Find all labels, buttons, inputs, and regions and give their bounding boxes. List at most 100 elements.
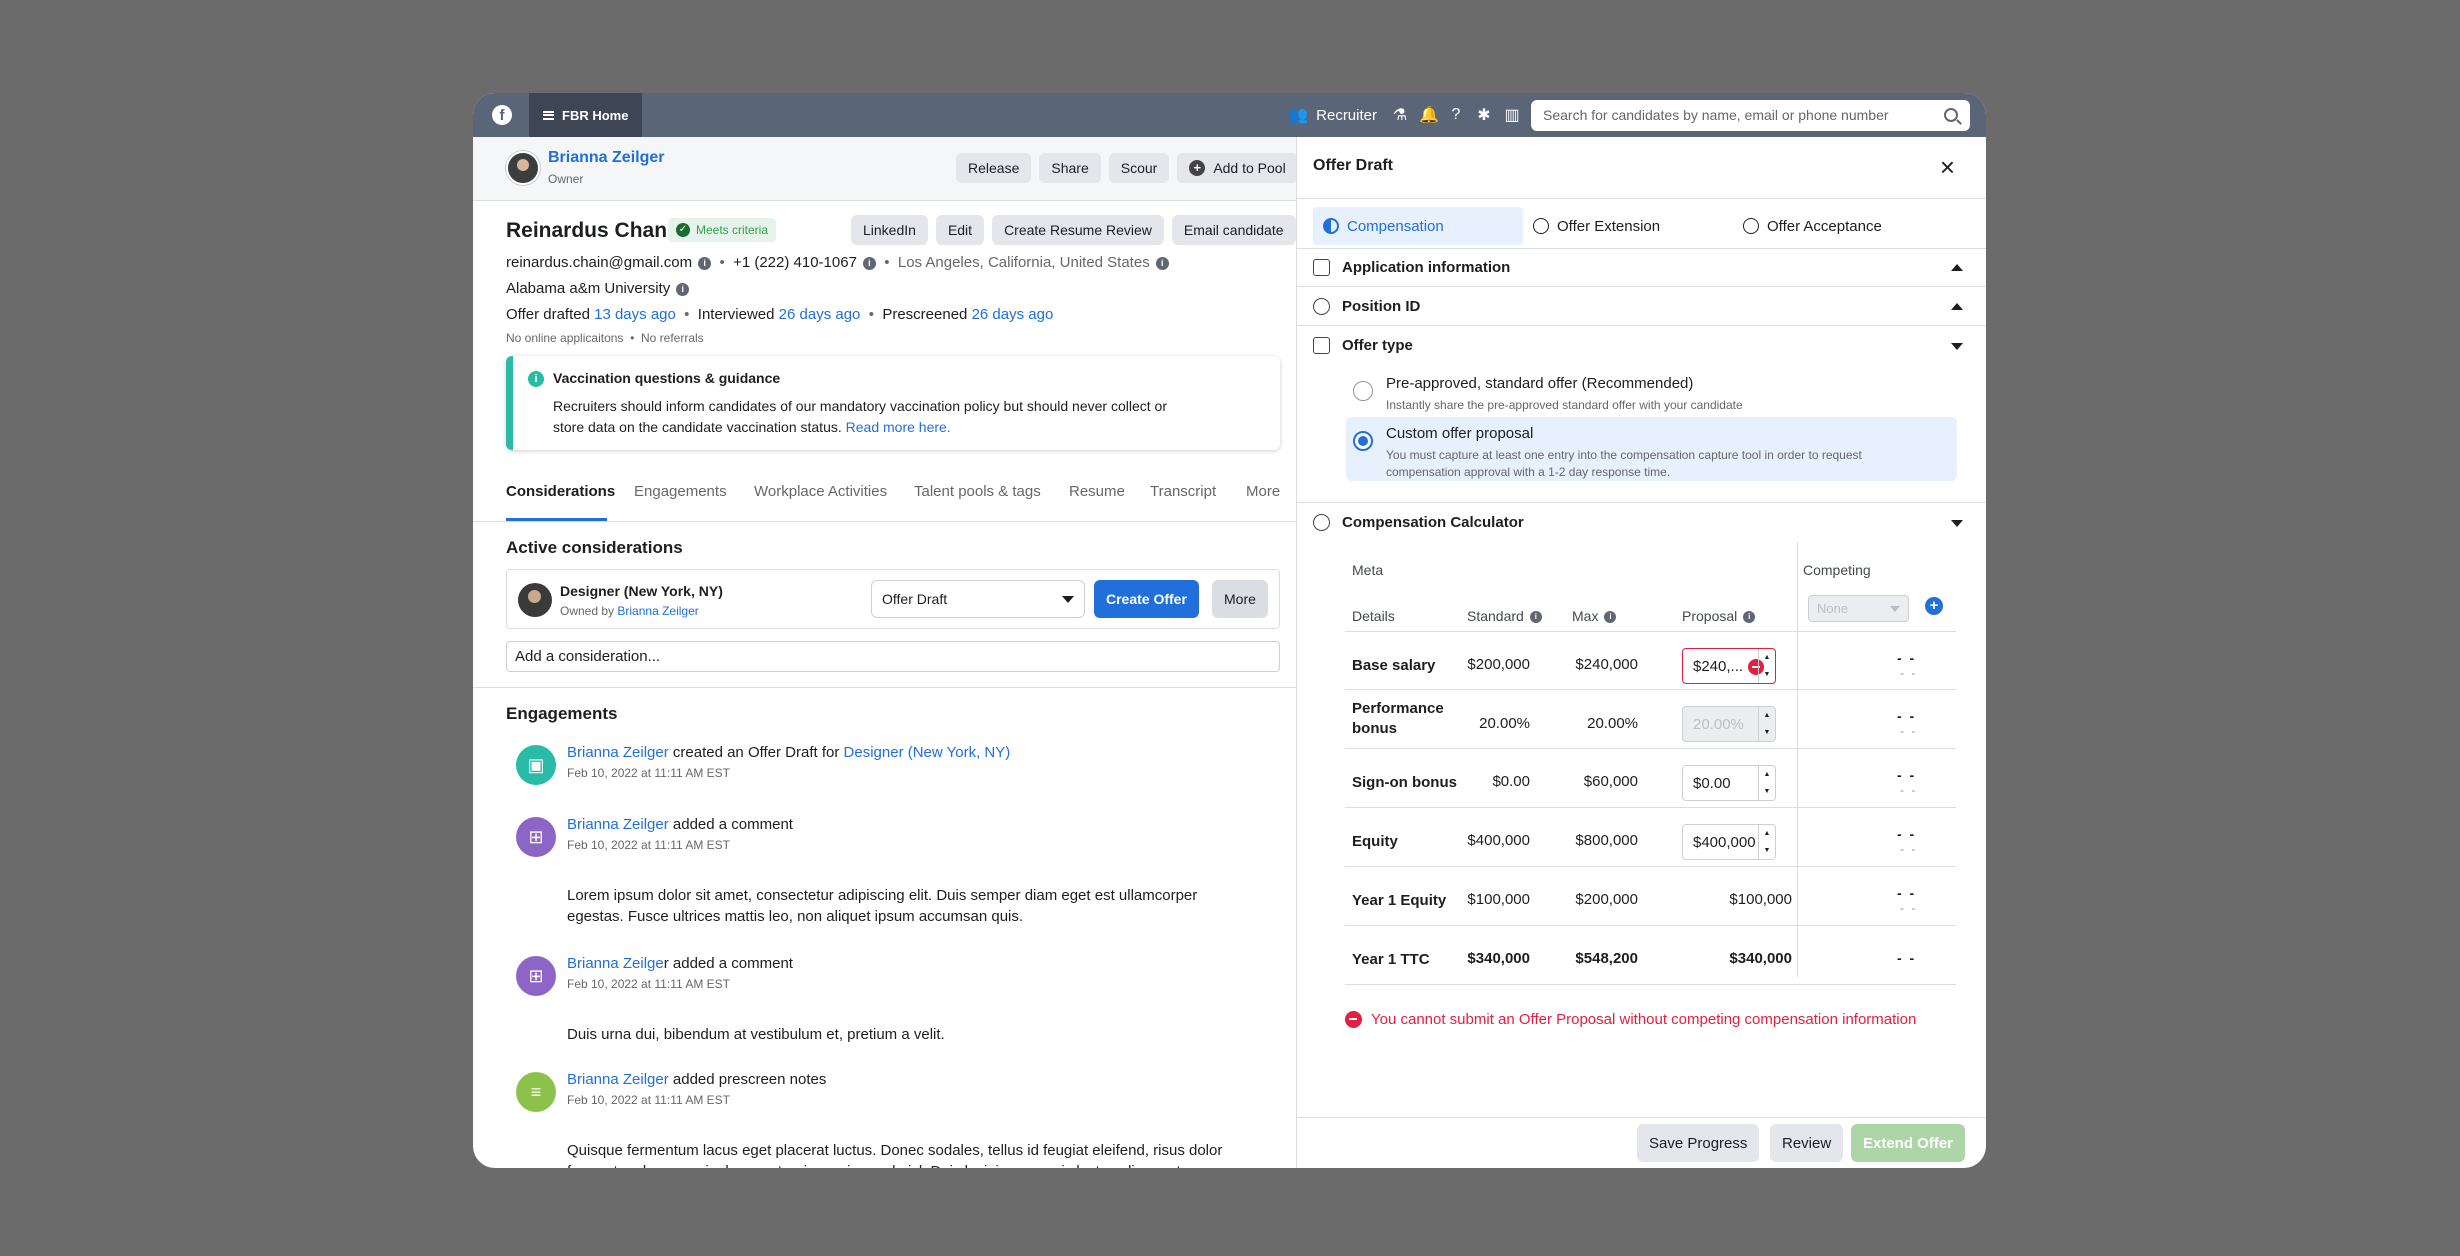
create-resume-review-button[interactable]: Create Resume Review xyxy=(992,215,1164,245)
owner-link[interactable]: Brianna Zeilger xyxy=(617,604,698,618)
read-more-link[interactable]: Read more here. xyxy=(846,419,951,435)
interviewed-link[interactable]: 26 days ago xyxy=(779,306,861,323)
close-icon[interactable]: × xyxy=(1940,154,1955,180)
share-button[interactable]: Share xyxy=(1039,153,1101,183)
stage-select[interactable]: Offer Draft xyxy=(871,580,1085,618)
tab-more[interactable]: More xyxy=(1246,483,1280,500)
step-offer-acceptance[interactable]: Offer Acceptance xyxy=(1733,207,1882,245)
tab-transcript[interactable]: Transcript xyxy=(1150,483,1216,500)
email-candidate-button[interactable]: Email candidate xyxy=(1171,215,1296,245)
people-icon[interactable]: 👥 xyxy=(1288,105,1308,125)
decrement-icon[interactable]: ▼ xyxy=(1764,671,1771,678)
school-line: Alabama a&m University i xyxy=(506,280,690,297)
flask-icon[interactable]: ⚗ xyxy=(1391,105,1409,125)
comment-icon: ⊞ xyxy=(516,956,556,996)
separator: • xyxy=(864,306,883,323)
owner-actions: Release Share Scour + Add to Pool xyxy=(956,153,1296,183)
facebook-logo-icon[interactable]: f xyxy=(492,105,512,125)
section-label[interactable]: Offer type xyxy=(1342,337,1413,354)
chart-icon[interactable]: ▥ xyxy=(1503,105,1521,125)
decrement-icon[interactable]: ▼ xyxy=(1764,788,1771,795)
option-custom[interactable]: Custom offer proposal You must capture a… xyxy=(1346,417,1957,481)
standard-value: $0.00 xyxy=(1492,773,1530,790)
info-icon[interactable]: i xyxy=(1155,256,1169,270)
review-button[interactable]: Review xyxy=(1770,1124,1844,1162)
engagement-actor[interactable]: Brianna Zeilge xyxy=(567,955,664,972)
owner-name[interactable]: Brianna Zeilger xyxy=(548,149,664,167)
chevron-down-icon xyxy=(1062,595,1074,603)
offer-draft-panel: Offer Draft × Compensation Offer Extensi… xyxy=(1297,137,1986,1168)
stepper-arrows[interactable]: ▲ ▼ xyxy=(1758,766,1775,800)
engagement-actor[interactable]: Brianna Zeilger xyxy=(567,1071,669,1088)
increment-icon[interactable]: ▲ xyxy=(1764,654,1771,661)
search-icon[interactable] xyxy=(1944,108,1958,122)
engagement-actor[interactable]: Brianna Zeilger xyxy=(567,816,669,833)
help-icon[interactable]: ? xyxy=(1447,106,1465,124)
compensation-calculator-section[interactable]: Compensation Calculator xyxy=(1297,503,1986,542)
info-icon[interactable]: i xyxy=(1529,611,1542,624)
tab-workplace-activities[interactable]: Workplace Activities xyxy=(754,483,887,500)
info-icon[interactable]: i xyxy=(1743,611,1756,624)
bell-icon[interactable]: 🔔 xyxy=(1419,105,1439,125)
row-label: Equity xyxy=(1352,833,1398,850)
base-salary-input[interactable]: $240,... ▲ ▼ xyxy=(1682,648,1776,684)
engagement-target[interactable]: Designer (New York, NY) xyxy=(844,744,1011,761)
position-id-section[interactable]: Position ID xyxy=(1297,287,1986,326)
search-input[interactable]: Search for candidates by name, email or … xyxy=(1531,99,1970,131)
prescreened-link[interactable]: 26 days ago xyxy=(972,306,1054,323)
offer-steps: Compensation Offer Extension Offer Accep… xyxy=(1297,199,1986,249)
tab-considerations[interactable]: Considerations xyxy=(506,483,615,500)
more-button[interactable]: More xyxy=(1212,580,1268,618)
chevron-down-icon[interactable] xyxy=(1951,343,1963,350)
info-icon[interactable]: i xyxy=(698,256,712,270)
competing-select[interactable]: None xyxy=(1808,595,1909,622)
stepper-arrows[interactable]: ▲ ▼ xyxy=(1758,825,1775,859)
add-competing-button[interactable]: + xyxy=(1925,597,1943,615)
save-progress-button[interactable]: Save Progress xyxy=(1637,1124,1760,1162)
extend-offer-button[interactable]: Extend Offer xyxy=(1851,1124,1966,1162)
step-offer-extension[interactable]: Offer Extension xyxy=(1523,207,1660,245)
increment-icon[interactable]: ▲ xyxy=(1764,830,1771,837)
consideration-title[interactable]: Designer (New York, NY) xyxy=(560,583,723,599)
equity-input[interactable]: $400,000 ▲ ▼ xyxy=(1682,824,1776,860)
option-standard[interactable]: Pre-approved, standard offer (Recommende… xyxy=(1346,367,1957,413)
offer-type-icon xyxy=(1313,337,1330,354)
info-icon[interactable]: i xyxy=(676,282,690,296)
linkedin-button[interactable]: LinkedIn xyxy=(851,215,928,245)
info-icon[interactable]: i xyxy=(1604,611,1617,624)
separator: • xyxy=(715,254,734,271)
proposal-value: $100,000 xyxy=(1729,891,1792,908)
tab-talent-pools[interactable]: Talent pools & tags xyxy=(914,483,1041,500)
candidate-tabs: Considerations Engagements Workplace Act… xyxy=(473,462,1296,522)
phone-text[interactable]: +1 (222) 410-1067 xyxy=(733,254,857,271)
edit-button[interactable]: Edit xyxy=(935,215,985,245)
add-to-pool-button[interactable]: + Add to Pool xyxy=(1177,153,1296,183)
sign-on-bonus-input[interactable]: $0.00 ▲ ▼ xyxy=(1682,765,1776,801)
offer-drafted-link[interactable]: 13 days ago xyxy=(594,306,676,323)
competing-value: - - xyxy=(1897,885,1917,901)
engagement-action: added a comment xyxy=(668,816,793,833)
application-information-section[interactable]: Application information xyxy=(1297,249,1986,287)
increment-icon[interactable]: ▲ xyxy=(1764,771,1771,778)
engagement-action: created an Offer Draft for xyxy=(668,744,844,761)
owner-avatar[interactable] xyxy=(506,151,540,185)
tab-engagements[interactable]: Engagements xyxy=(634,483,727,500)
add-consideration-input[interactable]: Add a consideration... xyxy=(506,641,1280,672)
bug-icon[interactable]: ✱ xyxy=(1475,105,1493,125)
tab-resume[interactable]: Resume xyxy=(1069,483,1125,500)
engagement-actor[interactable]: Brianna Zeilger xyxy=(567,744,669,761)
home-tab[interactable]: FBR Home xyxy=(529,93,643,137)
step-label: Compensation xyxy=(1347,217,1444,235)
consideration-avatar xyxy=(518,583,552,617)
decrement-icon[interactable]: ▼ xyxy=(1764,847,1771,854)
email-text[interactable]: reinardus.chain@gmail.com xyxy=(506,254,692,271)
half-circle-icon xyxy=(1323,218,1339,234)
stepper-arrows[interactable]: ▲ ▼ xyxy=(1758,649,1775,683)
info-icon[interactable]: i xyxy=(862,256,876,270)
scour-button[interactable]: Scour xyxy=(1108,153,1170,183)
role-label[interactable]: Recruiter xyxy=(1316,107,1377,124)
column-divider xyxy=(1797,542,1798,977)
step-compensation[interactable]: Compensation xyxy=(1313,207,1523,245)
release-button[interactable]: Release xyxy=(956,153,1032,183)
create-offer-button[interactable]: Create Offer xyxy=(1094,580,1199,618)
